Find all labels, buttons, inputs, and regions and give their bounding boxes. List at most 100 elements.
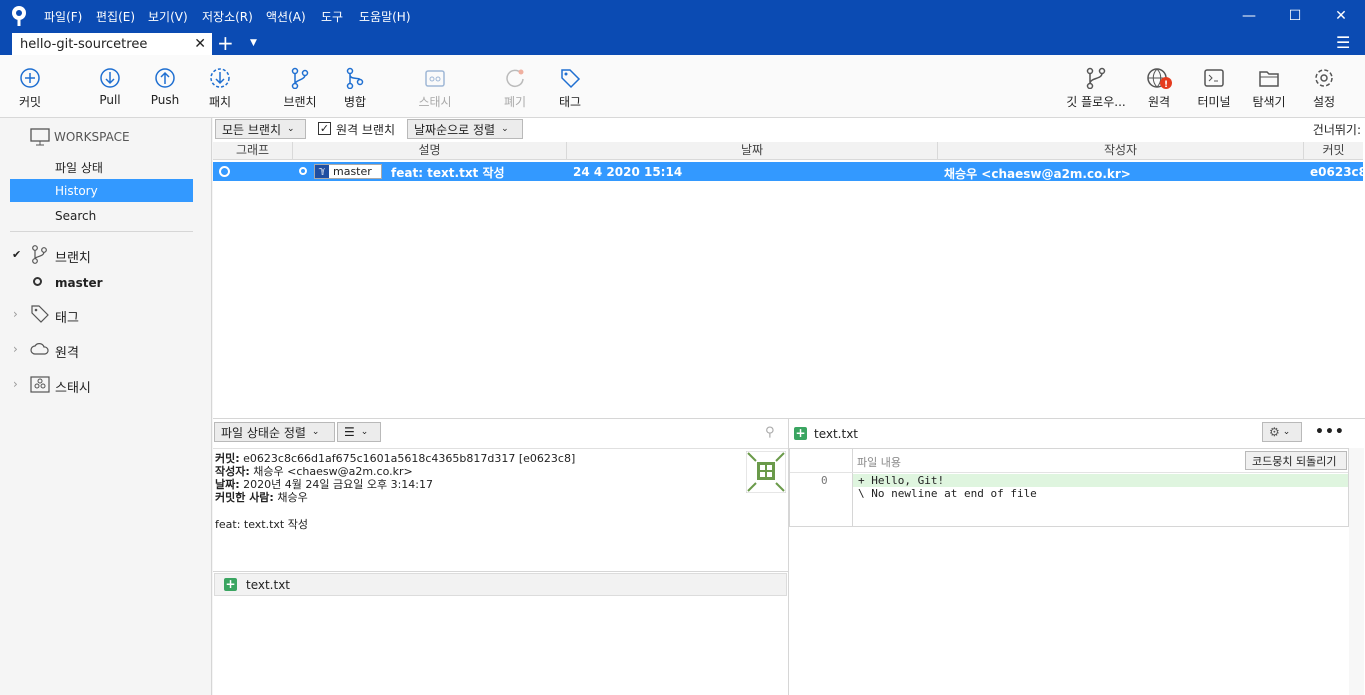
sidebar-remotes-header[interactable]: 원격 [55, 342, 79, 361]
stash-icon [425, 70, 445, 87]
new-tab-icon[interactable]: + [217, 32, 234, 54]
table-row-selected[interactable]: ℽ master feat: text.txt 작성 24 4 2020 15:… [213, 162, 1365, 181]
sidebar-item-file-status[interactable]: 파일 상태 [55, 159, 103, 176]
explorer-button[interactable]: 탐색기 [1245, 55, 1293, 118]
stash-button[interactable]: 스태시 [405, 55, 465, 118]
chevron-down-icon: ⌄ [287, 124, 295, 134]
file-added-icon: + [224, 577, 237, 591]
push-button[interactable]: Push [141, 55, 189, 118]
commit-author: 채승우 <chaesw@a2m.co.kr> [944, 167, 1131, 181]
pull-icon [100, 68, 120, 88]
author-key: 작성자: [215, 465, 250, 478]
view-mode-dropdown[interactable]: ☰ ⌄ [337, 422, 381, 442]
toolbar: 커밋 Pull Push 패치 브랜치 병합 스태시 폐기 태그 깃 플로우..… [0, 55, 1365, 118]
remote-button[interactable]: ! 원격 [1135, 55, 1183, 118]
merge-button[interactable]: 병합 [331, 55, 379, 118]
gitflow-button[interactable]: 깃 플로우... [1062, 55, 1130, 118]
branch-button[interactable]: 브랜치 [276, 55, 324, 118]
tag-button[interactable]: 태그 [546, 55, 594, 118]
line-number: 0 [821, 474, 828, 487]
commit-full-hash: e0623c8c66d1af675c1601a5618c4365b817d317… [239, 452, 576, 465]
pull-button[interactable]: Pull [86, 55, 134, 118]
menu-edit[interactable]: 편집(E) [96, 8, 135, 25]
sidebar-branch-master[interactable]: master [55, 276, 103, 290]
committer-key: 커밋한 사람: [215, 491, 274, 504]
tag-icon [561, 69, 581, 89]
close-tab-icon[interactable]: ✕ [194, 36, 206, 52]
branches-expand-chevron-icon[interactable]: ✔ [12, 248, 21, 261]
more-options-icon[interactable]: ••• [1315, 424, 1345, 440]
diff-options-dropdown[interactable]: ⚙ ⌄ [1262, 422, 1302, 442]
diff-pane: + text.txt ⚙ ⌄ ••• 파일 내용 코드뭉치 되돌리기 0 + H… [789, 418, 1365, 695]
chevron-down-icon: ⌄ [360, 427, 369, 437]
commit-icon [20, 68, 40, 88]
commit-details-pane: 파일 상태순 정렬 ⌄ ☰ ⌄ ⚲ 커밋: e0623c8c66d1af675c… [213, 418, 789, 695]
maximize-button[interactable]: ☐ [1272, 0, 1318, 32]
column-header-commit[interactable]: 커밋 [1304, 142, 1363, 160]
tab-dropdown-icon[interactable]: ▼ [250, 38, 257, 48]
title-bar: 파일(F) 편집(E) 보기(V) 저장소(R) 액션(A) 도구 도움말(H)… [0, 0, 1365, 32]
head-indicator-icon [299, 167, 307, 175]
sidebar-branches-header[interactable]: 브랜치 [55, 247, 91, 266]
menu-file[interactable]: 파일(F) [44, 8, 82, 25]
sidebar-item-search[interactable]: Search [55, 209, 96, 223]
branch-label-badge: ℽ master [314, 164, 382, 179]
menu-repository[interactable]: 저장소(R) [202, 8, 253, 25]
diff-scrollbar[interactable] [1349, 448, 1364, 695]
changed-file-row[interactable]: + text.txt [214, 573, 787, 596]
column-header-description[interactable]: 설명 [293, 142, 567, 160]
gitflow-icon [1086, 67, 1106, 89]
commit-metadata: 커밋: e0623c8c66d1af675c1601a5618c4365b817… [215, 452, 575, 531]
search-icon[interactable]: ⚲ [765, 425, 775, 440]
close-button[interactable]: ✕ [1318, 0, 1364, 32]
file-sort-value: 파일 상태순 정렬 [221, 425, 306, 440]
jump-to-label: 건너뛰기: [1312, 123, 1361, 137]
minimize-button[interactable]: — [1226, 0, 1272, 32]
menu-tools[interactable]: 도구 [321, 8, 343, 25]
explorer-label: 탐색기 [1252, 95, 1286, 109]
pull-label: Pull [99, 93, 121, 107]
sidebar-item-history-label: History [55, 184, 98, 198]
hunk-header: 파일 내용 [857, 456, 901, 469]
chevron-down-icon: ⌄ [311, 427, 320, 437]
terminal-label: 터미널 [1197, 95, 1231, 109]
gear-icon: ⚙ [1269, 425, 1280, 439]
sort-dropdown[interactable]: 날짜순으로 정렬 ⌄ [407, 119, 523, 139]
menu-actions[interactable]: 액션(A) [266, 8, 306, 25]
diff-file-name: text.txt [814, 427, 859, 441]
current-branch-circle-icon [33, 277, 42, 286]
avatar [746, 451, 786, 493]
remotes-expand-chevron-icon[interactable]: › [13, 342, 18, 356]
sidebar-divider [10, 231, 193, 232]
column-header-author[interactable]: 작성자 [938, 142, 1304, 160]
stashes-expand-chevron-icon[interactable]: › [13, 377, 18, 391]
sidebar-item-history[interactable]: History [10, 179, 193, 202]
author-value: 채승우 <chaesw@a2m.co.kr> [249, 465, 413, 478]
column-header-graph[interactable]: 그래프 [213, 142, 293, 160]
remote-branches-checkbox[interactable]: ✓ [318, 122, 331, 135]
discard-button[interactable]: 폐기 [491, 55, 539, 118]
terminal-icon [1204, 69, 1224, 87]
commit-key: 커밋: [215, 452, 240, 465]
hamburger-menu-icon[interactable]: ☰ [1336, 33, 1350, 52]
revert-hunk-button[interactable]: 코드뭉치 되돌리기 [1245, 451, 1347, 470]
commit-button[interactable]: 커밋 [6, 55, 54, 118]
workspace-monitor-icon [30, 128, 50, 146]
settings-label: 설정 [1312, 95, 1336, 109]
sidebar-tags-header[interactable]: 태그 [55, 307, 79, 326]
settings-button[interactable]: 설정 [1300, 55, 1348, 118]
menu-help[interactable]: 도움말(H) [359, 8, 411, 25]
commit-message: feat: text.txt 작성 [215, 518, 308, 531]
file-sort-dropdown[interactable]: 파일 상태순 정렬 ⌄ [214, 422, 335, 442]
branch-filter-dropdown[interactable]: 모든 브랜치 ⌄ [215, 119, 306, 139]
terminal-button[interactable]: 터미널 [1190, 55, 1238, 118]
column-header-date[interactable]: 날짜 [567, 142, 938, 160]
diff-hunk: 파일 내용 코드뭉치 되돌리기 0 + Hello, Git! \ No new… [789, 448, 1349, 527]
chevron-down-icon: ⌄ [1282, 427, 1291, 437]
tags-expand-chevron-icon[interactable]: › [13, 307, 18, 321]
chevron-down-icon: ⌄ [501, 124, 509, 134]
patch-button[interactable]: 패치 [196, 55, 244, 118]
menu-view[interactable]: 보기(V) [148, 8, 188, 25]
sidebar-stashes-header[interactable]: 스태시 [55, 377, 91, 396]
repo-tab[interactable]: hello-git-sourcetree ✕ [12, 33, 212, 55]
